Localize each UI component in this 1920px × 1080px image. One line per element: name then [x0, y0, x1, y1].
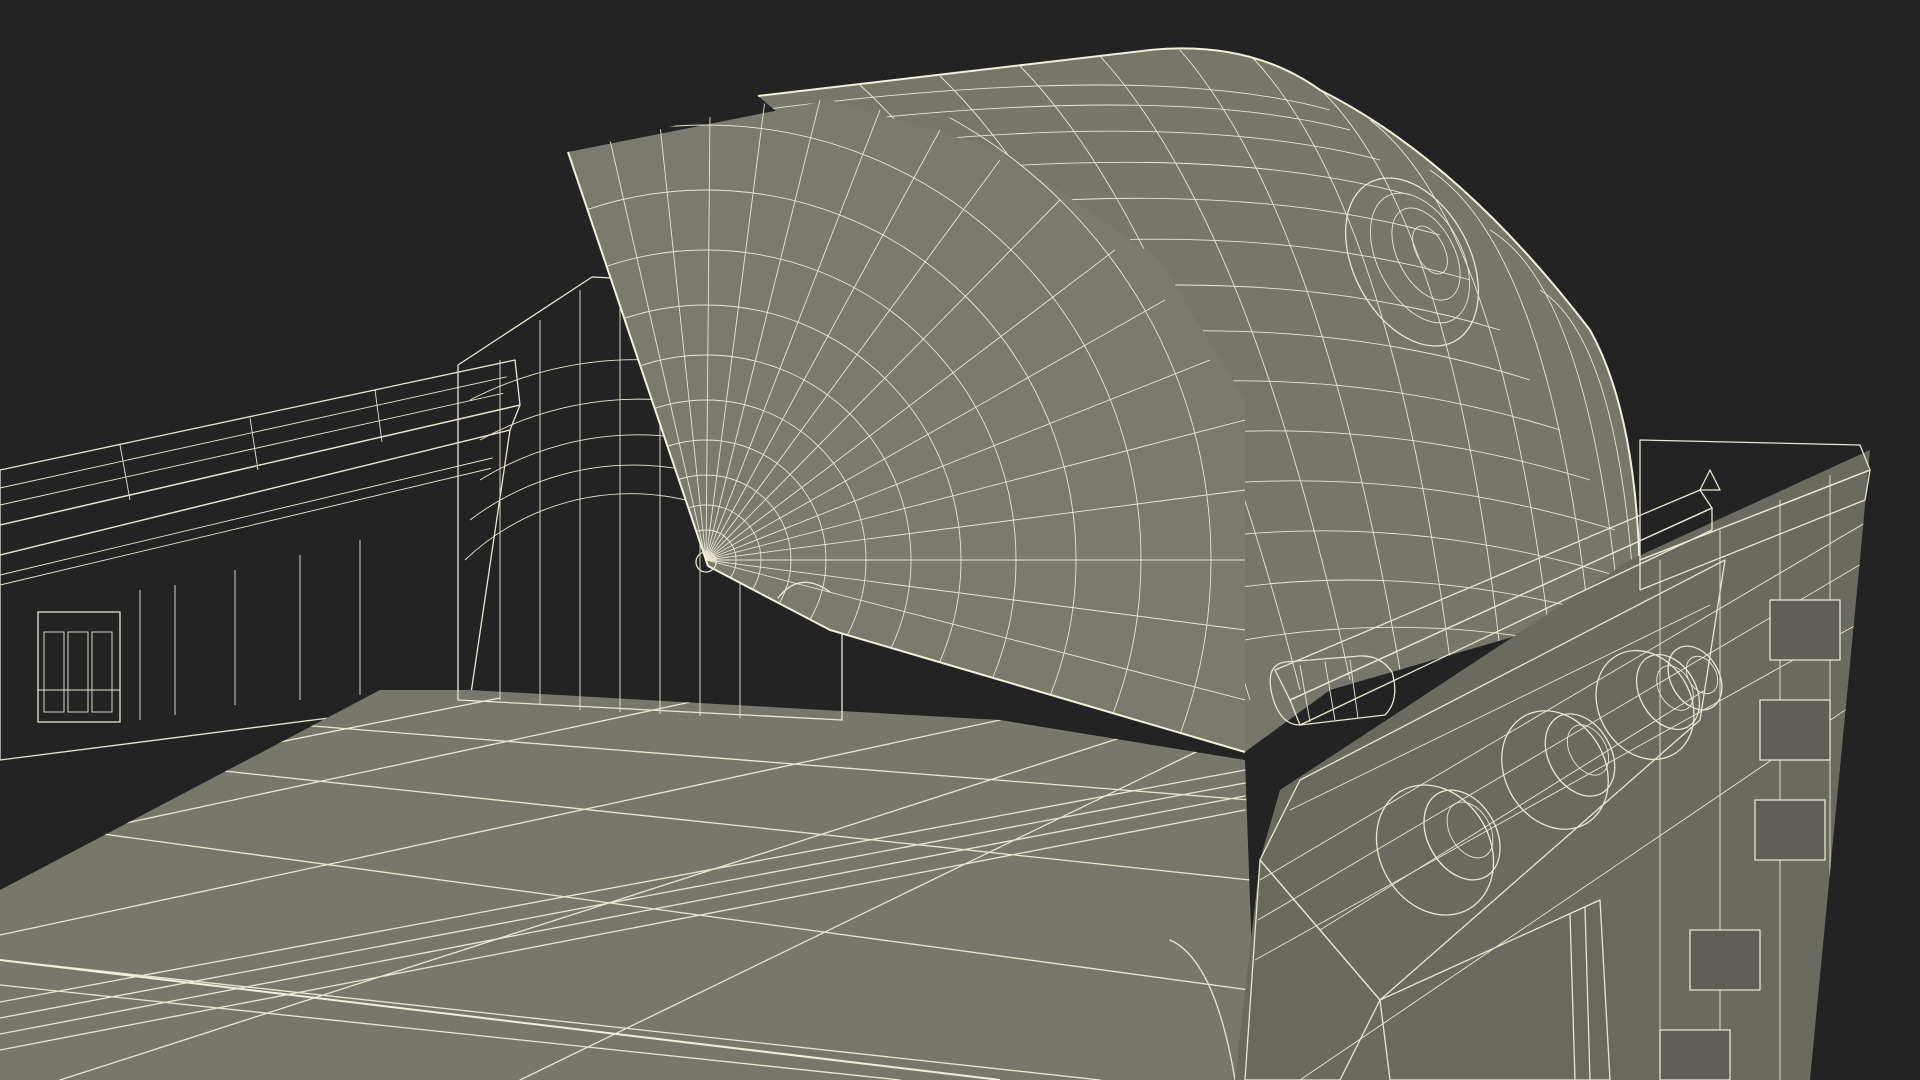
wireframe-viewport [0, 0, 1920, 1080]
